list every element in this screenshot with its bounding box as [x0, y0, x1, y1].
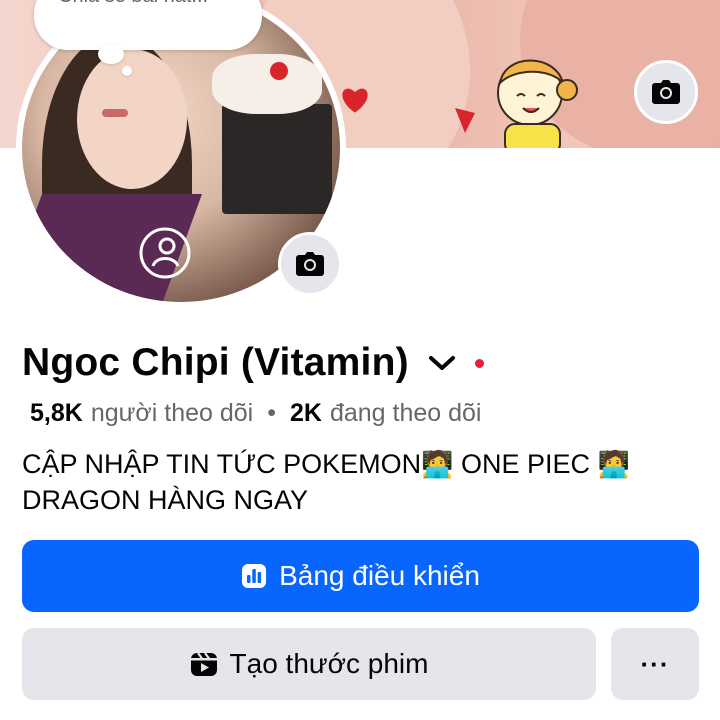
- status-dot: [474, 358, 484, 368]
- cartoon-girl-sticker: [455, 59, 578, 148]
- note-bubble-tail: [98, 44, 124, 64]
- more-options-button[interactable]: ···: [611, 628, 699, 700]
- technologist-emoji: 🧑‍💻: [421, 449, 454, 479]
- profile-frame-badge-icon: [139, 227, 191, 279]
- note-text: Chia sẻ bài hát...: [58, 0, 208, 8]
- following-label[interactable]: đang theo dõi: [330, 399, 482, 428]
- camera-icon: [652, 80, 680, 104]
- profile-bio: CẬP NHẬP TIN TỨC POKEMON🧑‍💻 ONE PIEC 🧑‍💻…: [22, 446, 712, 518]
- followers-label[interactable]: người theo dõi: [91, 399, 253, 428]
- bio-line-2: DRAGON HÀNG NGAY: [22, 485, 309, 515]
- followers-count[interactable]: 5,8K: [30, 399, 83, 428]
- bio-middle: ONE PIEC: [453, 449, 598, 479]
- profile-name-row: Ngoc Chipi (Vitamin): [22, 336, 484, 390]
- camera-icon: [296, 252, 324, 276]
- profile-avatar-area: Chia sẻ bài hát...: [14, 0, 350, 310]
- following-count[interactable]: 2K: [290, 399, 322, 428]
- note-bubble-tail-small: [122, 66, 132, 76]
- dashboard-button-label: Bảng điều khiển: [279, 560, 480, 591]
- bio-line-1: CẬP NHẬP TIN TỨC POKEMON: [22, 449, 422, 479]
- avatar-camera-button[interactable]: [278, 232, 342, 296]
- more-dots-icon: ···: [640, 648, 670, 679]
- create-reel-label: Tạo thước phim: [229, 648, 429, 679]
- follow-stats: 5,8K người theo dõi • 2K đang theo dõi: [30, 396, 481, 430]
- chevron-down-icon[interactable]: [427, 353, 457, 373]
- dashboard-chart-icon: [241, 563, 267, 589]
- technologist-emoji: 🧑‍💻: [597, 449, 630, 479]
- stats-separator: •: [267, 398, 276, 427]
- cover-camera-button[interactable]: [634, 60, 698, 124]
- dashboard-button[interactable]: Bảng điều khiển: [22, 540, 699, 612]
- note-bubble[interactable]: Chia sẻ bài hát...: [34, 0, 262, 50]
- profile-name: Ngoc Chipi (Vitamin): [22, 341, 409, 384]
- reel-icon: [190, 650, 218, 678]
- create-reel-button[interactable]: Tạo thước phim: [22, 628, 596, 700]
